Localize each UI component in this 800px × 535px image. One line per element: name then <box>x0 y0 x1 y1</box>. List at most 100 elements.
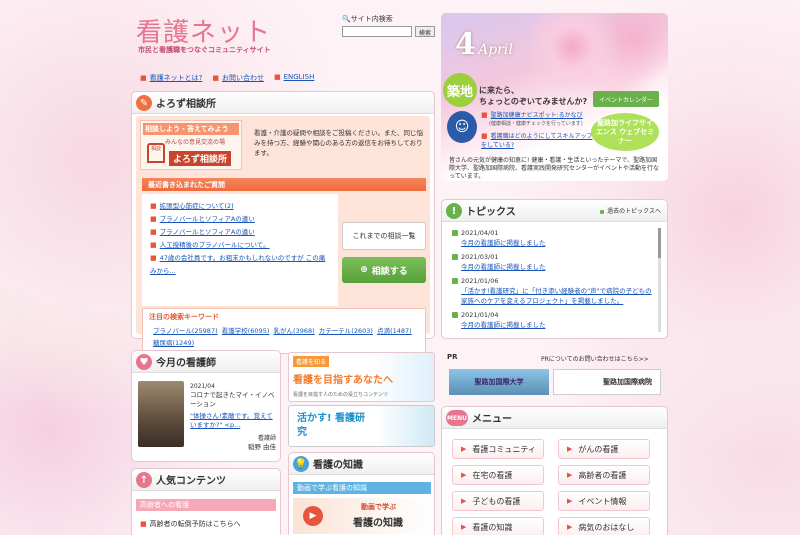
menu-header: MENU メニュー <box>442 407 667 429</box>
plus-icon: ⊕ <box>360 265 368 275</box>
thumbs-up-icon: ↑ <box>136 472 152 488</box>
list-item[interactable]: ■ プラノバールとソフィアAの違い <box>150 226 330 239</box>
banner-caption: 皆さんの元気が健康の知恵に! 健康・看護・生活といったテーマで、聖路加国際大学、… <box>449 157 660 180</box>
list-item[interactable]: ■ 拡張型心筋症について(2) <box>150 200 330 213</box>
nursing-main-text: 看護を目指すあなたへ <box>293 375 393 386</box>
consult-panel: ✎ よろず相談所 相談しよう・答えてみよう みんなの意見交流の場 相談 よろず相談… <box>131 91 435 354</box>
calendar-button[interactable]: イベントカレンダー <box>593 91 659 107</box>
pencil-icon: ✎ <box>136 95 152 111</box>
nurse-date: 2021/04 <box>190 383 215 390</box>
consult-image[interactable]: 相談しよう・答えてみよう みんなの意見交流の場 相談 よろず相談所 <box>140 120 242 170</box>
consult-ask-button[interactable]: ⊕ 相談する <box>342 257 426 283</box>
knowledge-img-text1: 動画で学ぶ <box>361 503 396 511</box>
topics-list: 2021/04/01 今月の看護師に掲載しました 2021/03/01 今月の看護師… <box>452 228 658 332</box>
consult-list-button[interactable]: これまでの相談一覧 <box>342 222 426 250</box>
menu-item-knowledge[interactable]: ▶ 看護の知識 <box>452 517 544 535</box>
event-banner[interactable]: 4 April 築地 に来たら、 ちょっとのぞいてみませんか? イベントカレンダー… <box>441 13 668 181</box>
menu-item-disease[interactable]: ▶ 病気のおはなし <box>558 517 650 535</box>
menu-icon: MENU <box>446 410 468 426</box>
list-item[interactable]: ■ 47歳の会社員です。お粗末かもしれないのですが この痛 みから... <box>150 252 330 278</box>
keyword-link[interactable]: プラノバール(25987) <box>153 327 218 335</box>
banner-links: ■ 聖路加健康ナビスポット:るかなび (健康相談・健康チェックを行っています) ■… <box>481 111 593 150</box>
webseminar-oval[interactable]: 聖路加ライフサイエンス ウェブセミナー <box>591 113 659 151</box>
popular-header: ↑ 人気コンテンツ <box>132 469 280 491</box>
pr-label: PR <box>447 353 458 361</box>
mascot-icon: ☺ <box>447 111 477 143</box>
header-link-contact[interactable]: ■ お問い合わせ <box>212 73 264 83</box>
exclamation-icon: ! <box>446 203 462 219</box>
bulb-icon: 💡 <box>293 456 309 472</box>
topics-panel: ! トピックス 過去のトピックスへ 2021/04/01 今月の看護師に掲載しました… <box>441 199 668 339</box>
pr-ad-university[interactable]: 聖路加国際大学 <box>449 369 549 395</box>
nurse-name: 稲野 由佳 <box>247 443 276 451</box>
topic-link[interactable]: 今月の看護師に掲載しました <box>461 263 546 271</box>
keywords-list: プラノバール(25987) 看護学校(6095) 乳がん(3968) カテーテル… <box>143 325 425 349</box>
search-input[interactable] <box>342 26 412 37</box>
header-link-english[interactable]: ■ ENGLISH <box>274 73 314 83</box>
search-button[interactable]: 検索 <box>415 26 436 37</box>
menu-item-homecare[interactable]: ▶ 在宅の看護 <box>452 465 544 485</box>
nurse-role: 看護師 <box>257 435 276 442</box>
banner-date: 4 April <box>455 27 513 62</box>
nursing-research-banner[interactable]: 活かす! 看護研究 <box>288 405 435 447</box>
popular-item[interactable]: ■ 高齢者の転倒予防はこちらへ <box>140 519 241 529</box>
keyword-link[interactable]: カテーテル(2603) <box>319 327 373 335</box>
recent-list: ■ 拡張型心筋症について(2) ■ プラノバールとソフィアAの違い ■ プラノバールと… <box>142 194 338 306</box>
play-icon: ▶ <box>303 506 323 526</box>
banner-badge: 築地 <box>443 73 477 107</box>
keyword-link[interactable]: 看護学校(6095) <box>222 327 270 335</box>
topic-link[interactable]: 今月の看護師に掲載しました <box>461 239 546 247</box>
nurse-info: 2021/04 コロナで起きたマイ・イノベーション "体操さん!素敵です。覚えて… <box>190 382 276 452</box>
topic-item: 2021/04/01 今月の看護師に掲載しました <box>452 228 658 248</box>
menu-item-elderly[interactable]: ▶ 高齢者の看護 <box>558 465 650 485</box>
consult-body: 相談しよう・答えてみよう みんなの意見交流の場 相談 よろず相談所 看護・介護の… <box>136 116 430 354</box>
research-main-text: 活かす! 看護研究 <box>297 413 366 438</box>
nurse-quote-link[interactable]: "体操さん!素敵です。覚えていますか?" <p... <box>190 412 276 430</box>
knowledge-panel: 💡 看護の知識 動画で学ぶ看護の知識 ▶ 動画で学ぶ 看護の知識 <box>288 452 435 535</box>
topic-item: 2021/03/01 今月の看護師に掲載しました <box>452 252 658 272</box>
topics-scrollbar[interactable] <box>658 228 661 332</box>
heart-icon: ♥ <box>136 354 152 370</box>
nursing-sub-text: 看護を目指す人のための役立ちコンテンツ <box>293 392 389 398</box>
menu-item-cancer[interactable]: ▶ がんの看護 <box>558 439 650 459</box>
menu-item-community[interactable]: ▶ 看護コミュニティ <box>452 439 544 459</box>
list-item[interactable]: ■ 人工授精後のプラノバールについて。 <box>150 239 330 252</box>
banner-headline: に来たら、 ちょっとのぞいてみませんか? <box>479 86 588 106</box>
menu-panel: MENU メニュー ▶ 看護コミュニティ ▶ がんの看護 ▶ 在宅の看護 ▶ 高齢者の看護… <box>441 406 668 535</box>
keyword-link[interactable]: 点滴(1487) <box>377 327 412 335</box>
pr-inquiry-link[interactable]: PRについてのお問い合わせはこちら>> <box>541 354 649 363</box>
topic-link[interactable]: 「活かす!看護研究」に「付き添い経験者の"声"で病院の子どもの家族へのケアを変え… <box>461 287 652 305</box>
nurse-header: ♥ 今月の看護師 <box>132 351 280 373</box>
topics-header: ! トピックス 過去のトピックスへ <box>442 200 667 222</box>
nurse-photo[interactable] <box>138 381 184 447</box>
consult-header: ✎ よろず相談所 <box>132 92 434 114</box>
keyword-link[interactable]: 乳がん(3968) <box>274 327 315 335</box>
banner-link-skillup[interactable]: ■ 看護職はどのようにしてスキルアップをしている? <box>481 132 593 150</box>
header-link-about[interactable]: ■ 看護ネットとは? <box>140 73 202 83</box>
nurse-headline: コロナで起きたマイ・イノベーション <box>190 391 275 408</box>
search-icon: 🔍 <box>342 15 351 23</box>
site-tagline: 市民と看護職をつなぐコミュニティサイト <box>138 46 271 54</box>
topic-item: 2021/01/06 「活かす!看護研究」に「付き添い経験者の"声"で病院の子ども… <box>452 276 658 306</box>
topic-link[interactable]: 今月の看護師に掲載しました <box>461 321 546 329</box>
knowledge-bar: 動画で学ぶ看護の知識 <box>293 482 431 494</box>
banner-link-rukanavi[interactable]: ■ 聖路加健康ナビスポット:るかなび <box>481 111 593 120</box>
site-logo[interactable]: 看護ネット <box>136 12 271 49</box>
pr-ad-hospital[interactable]: 聖路加国際病院 <box>553 369 661 395</box>
keywords-box: 注目の検索キーワード プラノバール(25987) 看護学校(6095) 乳がん(… <box>142 308 426 354</box>
menu-item-events[interactable]: ▶ イベント情報 <box>558 491 650 511</box>
knowledge-header: 💡 看護の知識 <box>289 453 434 475</box>
nursing-career-banner[interactable]: 看護を知る 看護を目指すあなたへ 看護を目指す人のための役立ちコンテンツ <box>288 352 435 402</box>
popular-subheader: 高齢者への看護 <box>136 499 276 511</box>
banner-link-sub: (健康相談・健康チェックを行っています) <box>489 121 583 127</box>
list-item[interactable]: ■ プラノバールとソフィアAの違い <box>150 213 330 226</box>
topic-item: 2021/01/04 今月の看護師に掲載しました <box>452 310 658 330</box>
menu-item-children[interactable]: ▶ 子どもの看護 <box>452 491 544 511</box>
nurse-panel: ♥ 今月の看護師 2021/04 コロナで起きたマイ・イノベーション "体操さん!… <box>131 350 281 462</box>
past-topics-link[interactable]: 過去のトピックスへ <box>600 206 661 215</box>
site-search: 🔍サイト内検索 検索 <box>342 14 436 37</box>
knowledge-video[interactable]: ▶ 動画で学ぶ 看護の知識 <box>293 498 431 534</box>
consult-image-title: 相談しよう・答えてみよう <box>143 123 239 135</box>
keyword-link[interactable]: 糖尿病(1249) <box>153 339 194 347</box>
header-links: ■ 看護ネットとは? ■ お問い合わせ ■ ENGLISH <box>140 73 314 83</box>
